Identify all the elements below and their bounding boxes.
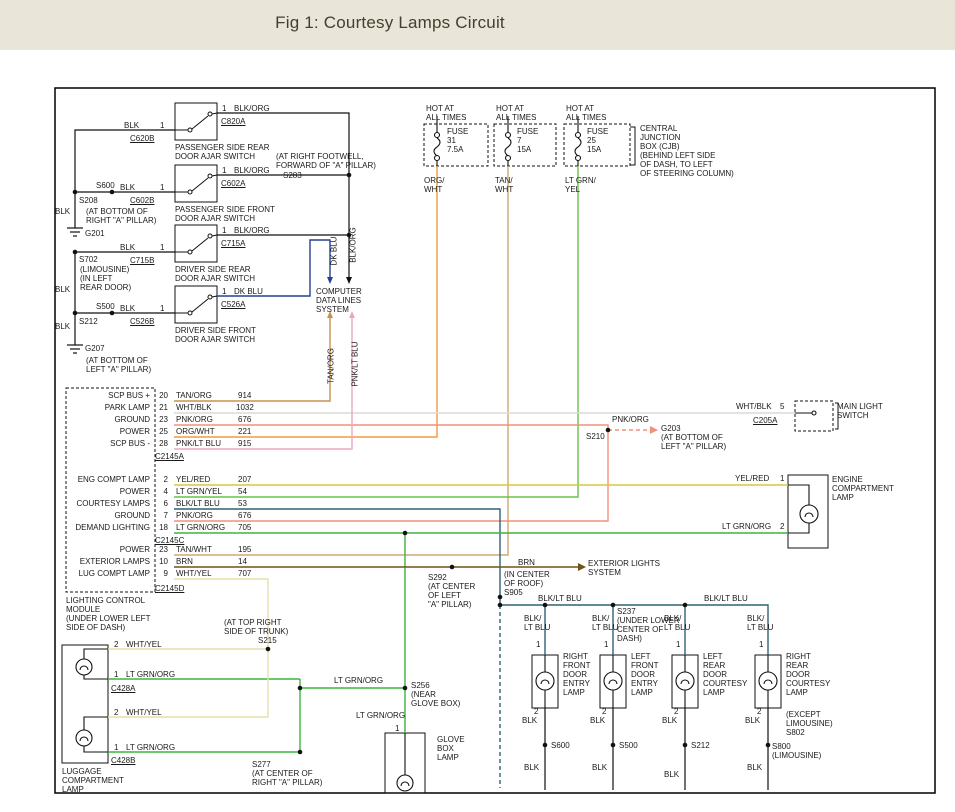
driver-rear-door-ajar-switch-box — [175, 225, 217, 262]
cjb-bracket — [630, 127, 838, 429]
right-front-door-lamp-symbol — [536, 655, 554, 708]
wire-lt-grn-org — [108, 533, 788, 752]
g201-ground-symbol — [67, 228, 83, 236]
diagram-area: 1BLK/ORGC820APASSENGER SIDE REAR DOOR AJ… — [0, 0, 955, 812]
component-boxes — [62, 103, 828, 793]
wiring-diagram-page: Fig 1: Courtesy Lamps Circuit — [0, 0, 955, 812]
wire-dk-blu — [217, 240, 330, 296]
cjb-fuse25-box — [564, 124, 630, 166]
door-ajar-switch-symbols — [175, 112, 217, 315]
driver-front-door-ajar-switch-box — [175, 286, 217, 323]
glove-box-lamp-symbol — [397, 733, 413, 791]
diagram-border — [55, 88, 935, 793]
main-light-switch-box — [795, 401, 833, 431]
wiring-diagram-svg — [0, 0, 955, 812]
left-front-door-lamp-symbol — [604, 655, 622, 708]
wire-pnk-lt-blu — [174, 318, 352, 449]
passenger-rear-door-ajar-switch-box — [175, 103, 217, 140]
lamp-symbols — [76, 411, 818, 791]
flow-arrows — [327, 277, 658, 571]
main-light-switch-internal — [795, 411, 816, 415]
left-rear-door-lamp-symbol — [676, 655, 694, 708]
junction-dots — [73, 173, 771, 755]
wire-tan-org — [174, 318, 330, 401]
luggage-lamp-1-symbol — [76, 649, 108, 679]
engine-compartment-lamp-symbol — [788, 485, 818, 533]
luggage-compartment-lamp-box — [62, 645, 108, 763]
dashed-boxes — [66, 124, 833, 592]
black-wires — [75, 113, 768, 790]
cjb-fuse31-box — [424, 124, 488, 166]
wire-wht-yel — [108, 579, 268, 717]
wire-lt-grn-yel — [174, 166, 578, 497]
right-rear-door-lamp-symbol — [759, 655, 777, 708]
g207-ground-symbol — [67, 345, 83, 353]
wire-org-wht — [174, 166, 437, 437]
passenger-front-door-ajar-switch-box — [175, 165, 217, 202]
cjb-fuse7-box — [494, 124, 556, 166]
lighting-control-module-box — [66, 388, 155, 592]
luggage-lamp-2-symbol — [76, 717, 108, 752]
engine-compartment-lamp-box — [788, 475, 828, 548]
